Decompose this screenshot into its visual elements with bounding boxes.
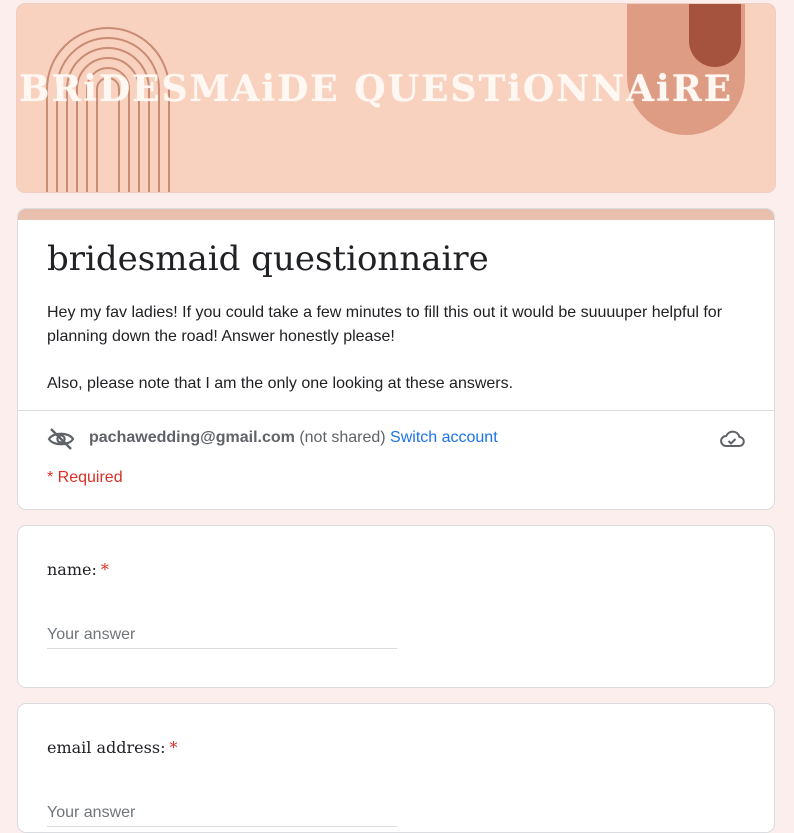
form-title: bridesmaid questionnaire bbox=[47, 239, 489, 279]
question-label: name: * bbox=[47, 560, 109, 579]
eye-off-icon bbox=[47, 428, 75, 450]
description-paragraph: Also, please note that I am the only one… bbox=[47, 375, 514, 392]
form-header-card: bridesmaid questionnaire Hey my fav ladi… bbox=[17, 208, 775, 510]
required-asterisk: * bbox=[169, 738, 178, 757]
cloud-check-icon[interactable] bbox=[719, 427, 745, 451]
form-description: Hey my fav ladies! If you could take a f… bbox=[47, 301, 737, 396]
question-text: email address: bbox=[47, 738, 166, 757]
account-text: pachawedding@gmail.com (not shared) Swit… bbox=[89, 429, 498, 447]
account-row: pachawedding@gmail.com (not shared) Swit… bbox=[47, 427, 747, 451]
question-card-name: name: * bbox=[17, 525, 775, 688]
required-asterisk: * bbox=[100, 560, 109, 579]
switch-account-link[interactable]: Switch account bbox=[390, 429, 498, 446]
divider bbox=[18, 410, 774, 411]
name-input[interactable] bbox=[47, 622, 397, 649]
banner-title: BRiDESMAiDE QUESTiONNAiRE bbox=[18, 68, 734, 110]
question-text: name: bbox=[47, 560, 97, 579]
not-shared-label: (not shared) bbox=[299, 429, 386, 446]
question-card-email: email address: * bbox=[17, 703, 775, 833]
required-note: * Required bbox=[47, 469, 123, 486]
accent-bar bbox=[18, 209, 774, 220]
account-email: pachawedding@gmail.com bbox=[89, 429, 295, 446]
question-label: email address: * bbox=[47, 738, 177, 757]
email-input[interactable] bbox=[47, 800, 397, 827]
description-paragraph: Hey my fav ladies! If you could take a f… bbox=[47, 304, 723, 345]
